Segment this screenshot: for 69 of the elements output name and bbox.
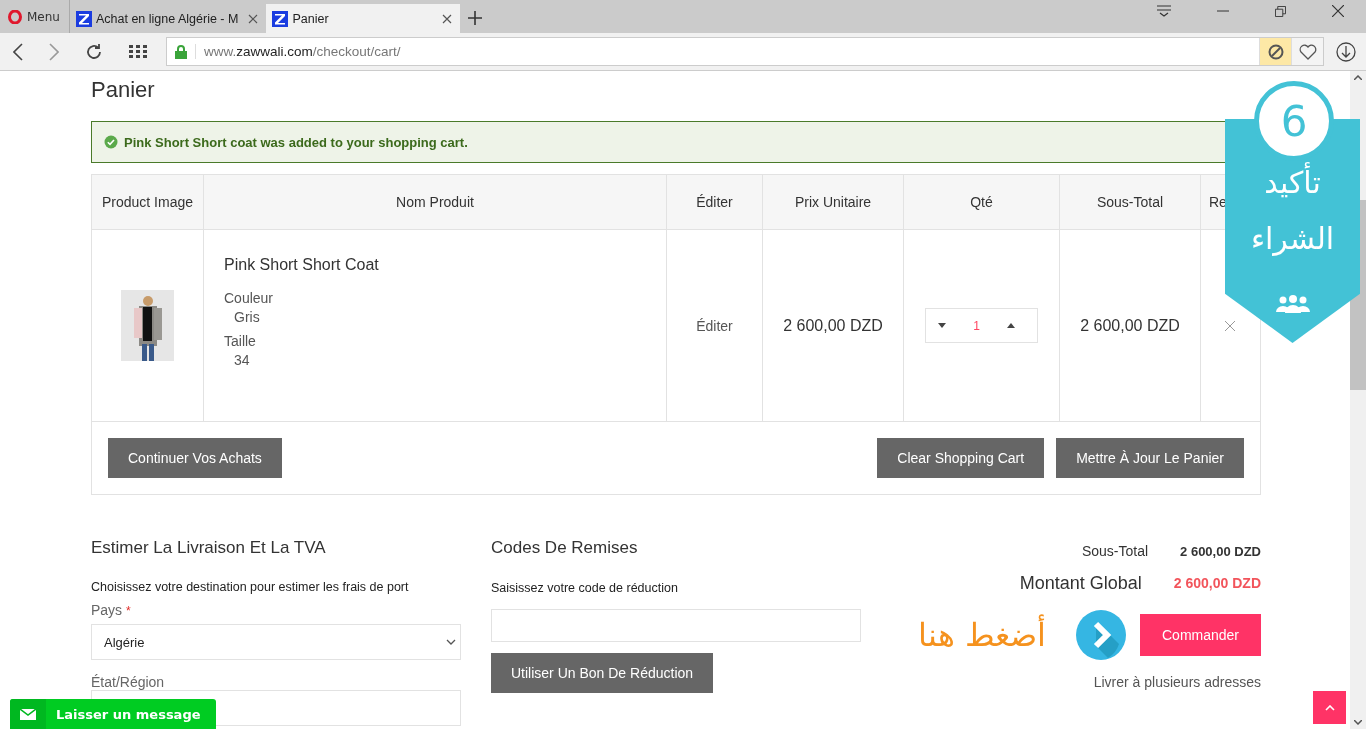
field-label: État/Région	[91, 674, 166, 690]
column-header: Product Image	[92, 175, 204, 229]
check-circle-icon	[104, 135, 118, 149]
envelope-icon	[20, 709, 36, 720]
required-mark: *	[126, 604, 131, 618]
address-field[interactable]: www.zawwali.com/checkout/cart/	[166, 37, 1324, 66]
section-heading: Estimer La Livraison Et La TVA	[91, 537, 327, 559]
back-icon[interactable]	[13, 42, 23, 61]
site-favicon-icon	[75, 10, 92, 27]
unit-price: 2 600,00 DZD	[783, 316, 883, 335]
speed-dial-icon[interactable]	[129, 44, 149, 59]
total-value: 2 600,00 DZD	[1173, 575, 1261, 591]
product-name[interactable]: Pink Short Short Coat	[224, 256, 379, 274]
section-description: Saisissez votre code de réduction	[491, 581, 679, 595]
chevron-down-icon	[446, 639, 456, 645]
apply-discount-button[interactable]: Utiliser Un Bon De Réduction	[491, 653, 714, 693]
section-description: Choisissez votre destination pour estimer les frais de port	[91, 580, 410, 594]
total-value: 2 600,00 DZD	[1180, 543, 1261, 559]
restore-icon[interactable]	[1275, 5, 1286, 17]
column-header: Qté	[904, 175, 1060, 229]
success-text: Pink Short Short coat was added to your shopping cart.	[124, 134, 468, 150]
option-value: 34	[233, 352, 250, 368]
ribbon-text: الشراء	[1249, 221, 1336, 256]
chevron-up-icon	[1324, 704, 1335, 711]
column-header: Prix Unitaire	[763, 175, 904, 229]
site-favicon-icon	[272, 10, 289, 27]
increase-icon[interactable]	[1007, 323, 1015, 328]
scroll-up-icon[interactable]	[1354, 75, 1362, 80]
column-header: Sous-Total	[1060, 175, 1201, 229]
multi-address-link[interactable]: Livrer à plusieurs adresses	[1093, 674, 1261, 690]
bookmark-heart-button[interactable]	[1291, 38, 1323, 65]
close-tab-icon[interactable]	[248, 13, 259, 24]
country-select[interactable]: Algérie	[91, 624, 461, 660]
option-label: Couleur	[224, 290, 274, 306]
update-cart-button[interactable]: Mettre À Jour Le Panier	[1056, 438, 1244, 478]
download-icon[interactable]	[1336, 41, 1356, 62]
heart-icon	[1298, 43, 1317, 60]
scroll-down-icon[interactable]	[1354, 720, 1362, 725]
option-label: Taille	[224, 333, 256, 349]
click-here-hint: أضغط هنا	[917, 616, 1046, 654]
new-tab-icon[interactable]	[468, 11, 483, 25]
checkout-button[interactable]: Commander	[1140, 614, 1261, 656]
close-tab-icon[interactable]	[442, 13, 453, 24]
arrow-circle-icon	[1076, 610, 1126, 660]
page-title: Panier	[91, 77, 156, 103]
close-icon[interactable]	[1332, 5, 1344, 17]
browser-tab[interactable]: Achat en ligne Algérie - M	[69, 4, 267, 33]
group-icon	[1276, 295, 1310, 313]
lock-icon	[175, 44, 187, 59]
total-label: Montant Global	[1019, 572, 1142, 594]
column-header: Éditer	[667, 175, 763, 229]
opera-logo-icon	[8, 9, 22, 24]
reload-icon[interactable]	[85, 42, 103, 61]
block-icon	[1267, 43, 1284, 60]
total-label: Sous-Total	[1081, 543, 1149, 559]
decrease-icon[interactable]	[938, 323, 946, 328]
ad-block-button[interactable]	[1259, 38, 1291, 65]
row-subtotal: 2 600,00 DZD	[1080, 316, 1180, 335]
field-label: Pays	[91, 602, 123, 618]
column-header: Nom Produit	[204, 175, 667, 229]
continue-shopping-button[interactable]: Continuer Vos Achats	[108, 438, 282, 478]
section-heading: Codes De Remises	[491, 537, 639, 559]
browser-tab[interactable]: Panier	[266, 4, 461, 33]
discount-code-field[interactable]	[491, 609, 861, 642]
tab-menu-icon[interactable]	[1157, 5, 1171, 17]
option-value: Gris	[233, 309, 260, 325]
clear-cart-button[interactable]: Clear Shopping Cart	[877, 438, 1045, 478]
remove-icon[interactable]	[1225, 320, 1235, 331]
edit-link[interactable]: Éditer	[696, 317, 733, 334]
